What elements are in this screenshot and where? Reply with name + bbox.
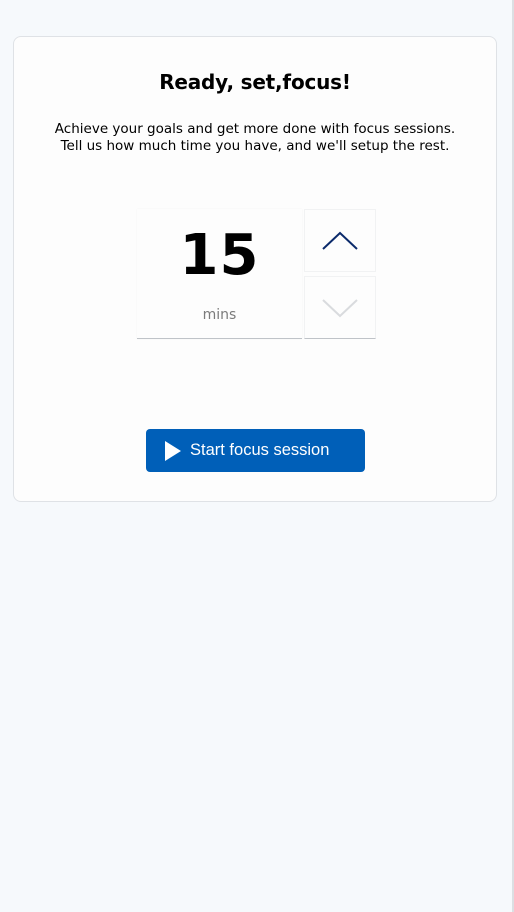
play-icon xyxy=(165,440,181,461)
chevron-down-icon xyxy=(322,298,358,317)
page-title: Ready, set,focus! xyxy=(159,70,351,94)
time-value: 15 xyxy=(179,223,260,288)
decrease-time-button[interactable] xyxy=(304,276,376,339)
focus-card: Ready, set,focus! Achieve your goals and… xyxy=(13,36,497,502)
description: Achieve your goals and get more done wit… xyxy=(34,121,476,155)
time-unit-label: mins xyxy=(202,307,237,323)
time-display[interactable]: 15 mins xyxy=(137,209,302,339)
start-focus-session-button[interactable]: Start focus session xyxy=(146,429,365,472)
increase-time-button[interactable] xyxy=(304,209,376,272)
chevron-up-icon xyxy=(322,231,358,250)
start-button-label: Start focus session xyxy=(190,441,330,459)
description-line-1: Achieve your goals and get more done wit… xyxy=(54,121,456,137)
description-line-2: Tell us how much time you have, and we'l… xyxy=(60,138,450,154)
